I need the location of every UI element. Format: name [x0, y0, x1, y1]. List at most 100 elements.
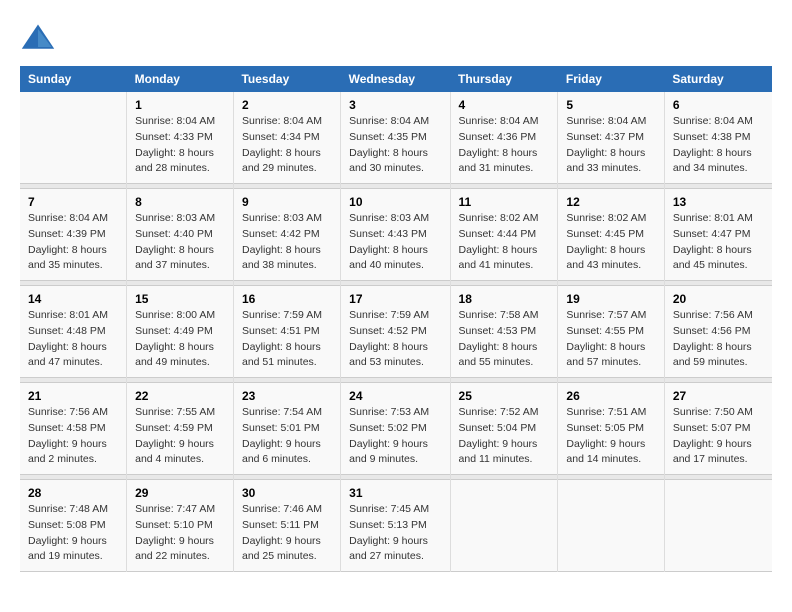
day-info: Sunrise: 7:57 AMSunset: 4:55 PMDaylight:…	[566, 308, 655, 371]
day-cell: 3 Sunrise: 8:04 AMSunset: 4:35 PMDaylight…	[341, 92, 450, 184]
day-info: Sunrise: 8:04 AMSunset: 4:38 PMDaylight:…	[673, 114, 764, 177]
day-cell: 12 Sunrise: 8:02 AMSunset: 4:45 PMDayligh…	[558, 189, 664, 281]
day-info: Sunrise: 7:46 AMSunset: 5:11 PMDaylight:…	[242, 502, 332, 565]
day-info: Sunrise: 7:55 AMSunset: 4:59 PMDaylight:…	[135, 405, 225, 468]
day-cell: 20 Sunrise: 7:56 AMSunset: 4:56 PMDayligh…	[664, 286, 772, 378]
header-sunday: Sunday	[20, 66, 127, 92]
header-thursday: Thursday	[450, 66, 558, 92]
day-number: 18	[459, 292, 550, 306]
day-cell: 16 Sunrise: 7:59 AMSunset: 4:51 PMDayligh…	[233, 286, 340, 378]
day-cell: 10 Sunrise: 8:03 AMSunset: 4:43 PMDayligh…	[341, 189, 450, 281]
day-info: Sunrise: 8:01 AMSunset: 4:47 PMDaylight:…	[673, 211, 764, 274]
day-cell	[20, 92, 127, 184]
day-cell: 7 Sunrise: 8:04 AMSunset: 4:39 PMDaylight…	[20, 189, 127, 281]
day-number: 23	[242, 389, 332, 403]
day-number: 31	[349, 486, 441, 500]
day-cell: 19 Sunrise: 7:57 AMSunset: 4:55 PMDayligh…	[558, 286, 664, 378]
day-cell: 15Sunrise: 8:00 AMSunset: 4:49 PMDayligh…	[127, 286, 234, 378]
day-cell: 8 Sunrise: 8:03 AMSunset: 4:40 PMDaylight…	[127, 189, 234, 281]
day-info: Sunrise: 7:47 AMSunset: 5:10 PMDaylight:…	[135, 502, 225, 565]
day-number: 3	[349, 98, 441, 112]
week-row-4: 28 Sunrise: 7:48 AMSunset: 5:08 PMDayligh…	[20, 480, 772, 572]
day-cell: 26 Sunrise: 7:51 AMSunset: 5:05 PMDayligh…	[558, 383, 664, 475]
header-monday: Monday	[127, 66, 234, 92]
day-cell: 25Sunrise: 7:52 AMSunset: 5:04 PMDayligh…	[450, 383, 558, 475]
day-cell: 27 Sunrise: 7:50 AMSunset: 5:07 PMDayligh…	[664, 383, 772, 475]
day-info: Sunrise: 8:03 AMSunset: 4:42 PMDaylight:…	[242, 211, 332, 274]
day-info: Sunrise: 7:53 AMSunset: 5:02 PMDaylight:…	[349, 405, 441, 468]
day-cell	[450, 480, 558, 572]
day-number: 28	[28, 486, 118, 500]
day-number: 2	[242, 98, 332, 112]
day-info: Sunrise: 7:48 AMSunset: 5:08 PMDaylight:…	[28, 502, 118, 565]
day-cell: 24Sunrise: 7:53 AMSunset: 5:02 PMDayligh…	[341, 383, 450, 475]
day-info: Sunrise: 8:04 AMSunset: 4:34 PMDaylight:…	[242, 114, 332, 177]
header-wednesday: Wednesday	[341, 66, 450, 92]
day-number: 8	[135, 195, 225, 209]
day-cell: 29 Sunrise: 7:47 AMSunset: 5:10 PMDayligh…	[127, 480, 234, 572]
day-info: Sunrise: 7:58 AMSunset: 4:53 PMDaylight:…	[459, 308, 550, 371]
day-number: 16	[242, 292, 332, 306]
day-info: Sunrise: 8:03 AMSunset: 4:43 PMDaylight:…	[349, 211, 441, 274]
day-info: Sunrise: 7:59 AMSunset: 4:51 PMDaylight:…	[242, 308, 332, 371]
day-number: 27	[673, 389, 764, 403]
calendar-header-row: SundayMondayTuesdayWednesdayThursdayFrid…	[20, 66, 772, 92]
day-number: 10	[349, 195, 441, 209]
day-number: 26	[566, 389, 655, 403]
day-info: Sunrise: 7:45 AMSunset: 5:13 PMDaylight:…	[349, 502, 441, 565]
day-cell: 1Sunrise: 8:04 AMSunset: 4:33 PMDaylight…	[127, 92, 234, 184]
day-number: 20	[673, 292, 764, 306]
day-number: 9	[242, 195, 332, 209]
day-info: Sunrise: 8:04 AMSunset: 4:33 PMDaylight:…	[135, 114, 225, 177]
day-info: Sunrise: 7:56 AMSunset: 4:56 PMDaylight:…	[673, 308, 764, 371]
day-number: 5	[566, 98, 655, 112]
week-row-2: 14 Sunrise: 8:01 AMSunset: 4:48 PMDayligh…	[20, 286, 772, 378]
day-number: 14	[28, 292, 118, 306]
week-row-0: 1Sunrise: 8:04 AMSunset: 4:33 PMDaylight…	[20, 92, 772, 184]
day-info: Sunrise: 8:04 AMSunset: 4:39 PMDaylight:…	[28, 211, 118, 274]
day-number: 25	[459, 389, 550, 403]
day-info: Sunrise: 7:56 AMSunset: 4:58 PMDaylight:…	[28, 405, 118, 468]
day-info: Sunrise: 8:00 AMSunset: 4:49 PMDaylight:…	[135, 308, 225, 371]
day-info: Sunrise: 8:04 AMSunset: 4:36 PMDaylight:…	[459, 114, 550, 177]
day-info: Sunrise: 8:04 AMSunset: 4:35 PMDaylight:…	[349, 114, 441, 177]
week-row-3: 21Sunrise: 7:56 AMSunset: 4:58 PMDayligh…	[20, 383, 772, 475]
calendar-table: SundayMondayTuesdayWednesdayThursdayFrid…	[20, 66, 772, 572]
day-number: 17	[349, 292, 441, 306]
day-info: Sunrise: 7:54 AMSunset: 5:01 PMDaylight:…	[242, 405, 332, 468]
day-number: 19	[566, 292, 655, 306]
day-info: Sunrise: 8:03 AMSunset: 4:40 PMDaylight:…	[135, 211, 225, 274]
day-number: 6	[673, 98, 764, 112]
logo-icon	[20, 20, 56, 56]
day-cell: 5Sunrise: 8:04 AMSunset: 4:37 PMDaylight…	[558, 92, 664, 184]
day-number: 11	[459, 195, 550, 209]
day-number: 7	[28, 195, 118, 209]
day-info: Sunrise: 8:02 AMSunset: 4:45 PMDaylight:…	[566, 211, 655, 274]
day-cell: 28 Sunrise: 7:48 AMSunset: 5:08 PMDayligh…	[20, 480, 127, 572]
day-number: 12	[566, 195, 655, 209]
day-info: Sunrise: 7:59 AMSunset: 4:52 PMDaylight:…	[349, 308, 441, 371]
day-cell: 23 Sunrise: 7:54 AMSunset: 5:01 PMDayligh…	[233, 383, 340, 475]
day-number: 4	[459, 98, 550, 112]
day-info: Sunrise: 8:02 AMSunset: 4:44 PMDaylight:…	[459, 211, 550, 274]
day-number: 13	[673, 195, 764, 209]
day-info: Sunrise: 7:51 AMSunset: 5:05 PMDaylight:…	[566, 405, 655, 468]
day-cell: 30 Sunrise: 7:46 AMSunset: 5:11 PMDayligh…	[233, 480, 340, 572]
week-row-1: 7 Sunrise: 8:04 AMSunset: 4:39 PMDaylight…	[20, 189, 772, 281]
day-cell: 17 Sunrise: 7:59 AMSunset: 4:52 PMDayligh…	[341, 286, 450, 378]
day-cell: 11 Sunrise: 8:02 AMSunset: 4:44 PMDayligh…	[450, 189, 558, 281]
day-cell: 9 Sunrise: 8:03 AMSunset: 4:42 PMDaylight…	[233, 189, 340, 281]
day-info: Sunrise: 7:50 AMSunset: 5:07 PMDaylight:…	[673, 405, 764, 468]
day-number: 30	[242, 486, 332, 500]
header-tuesday: Tuesday	[233, 66, 340, 92]
day-info: Sunrise: 8:01 AMSunset: 4:48 PMDaylight:…	[28, 308, 118, 371]
header-saturday: Saturday	[664, 66, 772, 92]
day-cell: 31 Sunrise: 7:45 AMSunset: 5:13 PMDayligh…	[341, 480, 450, 572]
day-number: 29	[135, 486, 225, 500]
day-cell: 4 Sunrise: 8:04 AMSunset: 4:36 PMDaylight…	[450, 92, 558, 184]
header-friday: Friday	[558, 66, 664, 92]
page-header	[20, 20, 772, 56]
logo	[20, 20, 60, 56]
day-cell: 6 Sunrise: 8:04 AMSunset: 4:38 PMDaylight…	[664, 92, 772, 184]
day-number: 22	[135, 389, 225, 403]
